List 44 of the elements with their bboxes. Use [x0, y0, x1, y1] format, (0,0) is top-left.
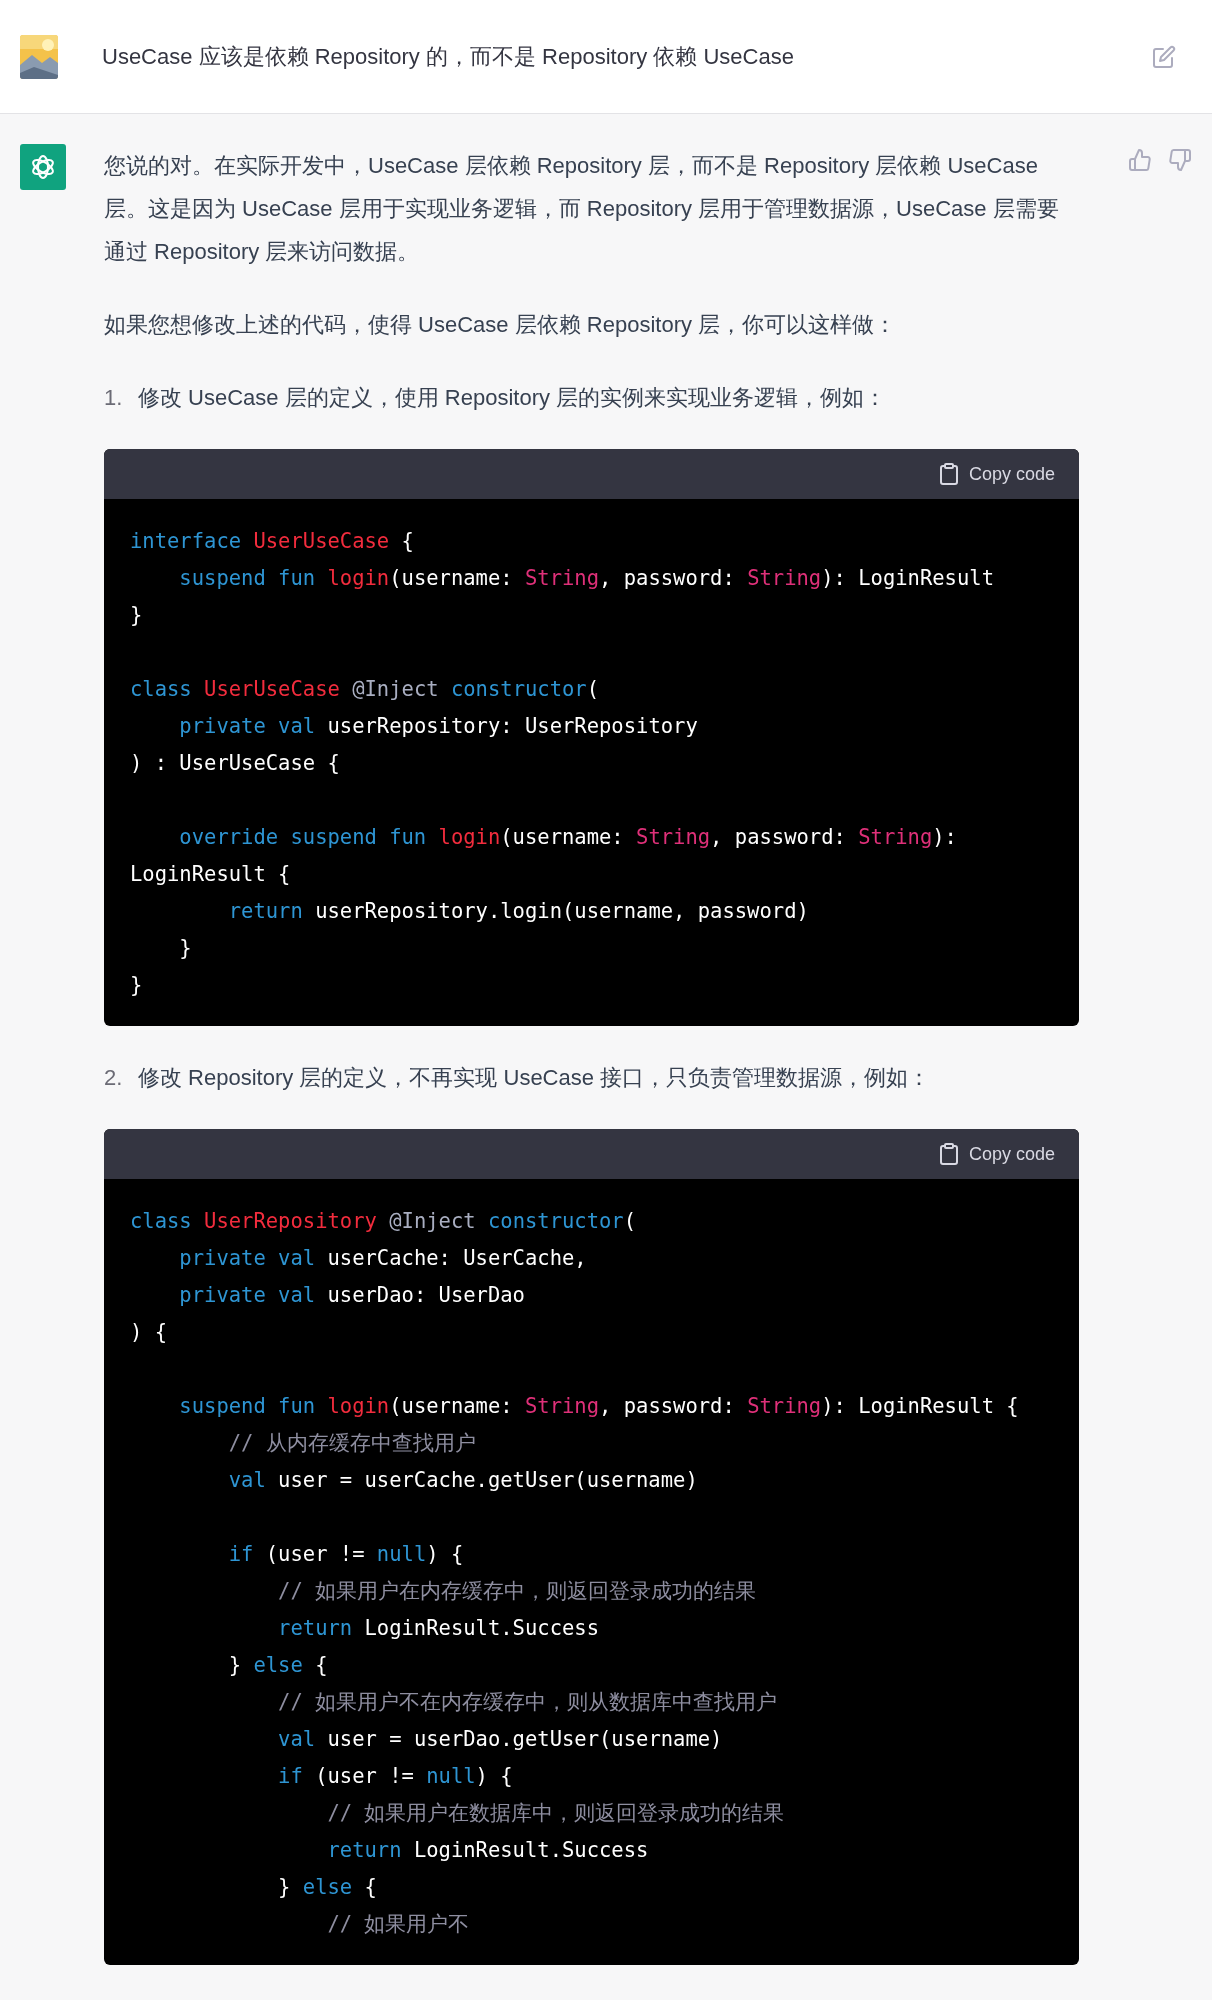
thumbs-up-icon[interactable] [1128, 148, 1152, 172]
list-item-text: 修改 Repository 层的定义，不再实现 UseCase 接口，只负责管理数据源，例如： [138, 1064, 931, 1092]
list-number: 1. [104, 384, 124, 412]
thumbs-down-icon[interactable] [1168, 148, 1192, 172]
code-line: private val userDao: UserDao [178, 1282, 526, 1309]
knot-logo-icon [20, 144, 66, 190]
paragraph: 您说的对。在实际开发中，UseCase 层依赖 Repository 层，而不是 Repository 层依赖 UseCase 层。这是因为 UseCase 层用于实现业务逻辑，而 Repository 层用于管理数据源，UseCase 层需要通过 Repository 层来访问数据。 [104, 152, 1060, 266]
code-line: return LoginResult.Success [277, 1615, 600, 1642]
code-line: private val userCache: UserCache, [178, 1245, 588, 1272]
copy-code-button[interactable]: Copy code [938, 452, 1055, 496]
code-line: private val userRepository: UserRepository [178, 713, 699, 740]
list-number: 2. [104, 1064, 124, 1092]
code-line: class UserUseCase @Inject constructor( [130, 676, 601, 703]
clipboard-icon [938, 1143, 959, 1165]
code-line: // 从内存缓存中查找用户 [227, 1430, 477, 1457]
code-line: class UserRepository @Inject constructor( [130, 1208, 638, 1235]
code-line: val user = userDao.getUser(username) [277, 1726, 724, 1753]
code-line: ) : UserUseCase { [130, 750, 341, 777]
code-line: } else { [227, 1652, 329, 1679]
code-line: } else { [277, 1874, 378, 1901]
list-item-text: 修改 UseCase 层的定义，使用 Repository 层的实例来实现业务逻辑，例如： [138, 384, 887, 412]
code-line: if (user != null) { [277, 1763, 514, 1790]
code-line: // 如果用户在数据库中，则返回登录成功的结果 [326, 1800, 786, 1827]
code-line: suspend fun login(username: String, password: String): LoginResult [178, 565, 995, 592]
copy-code-button[interactable]: Copy code [938, 1132, 1055, 1176]
code-line: // 如果用户不 [326, 1911, 471, 1938]
edit-icon[interactable] [1152, 44, 1176, 69]
code-line: if (user != null) { [227, 1541, 465, 1568]
code-line: return LoginResult.Success [326, 1837, 650, 1864]
code-line: override suspend fun login(username: String, password: String): [178, 824, 958, 851]
clipboard-icon [938, 463, 959, 485]
message-text: UseCase 应该是依赖 Repository 的，而不是 Repository 依赖 UseCase [102, 43, 795, 71]
code-line: interface UserUseCase { [130, 528, 415, 555]
code-line: } [178, 935, 193, 962]
code-line: ) { [130, 1319, 169, 1346]
paragraph: 如果您想修改上述的代码，使得 UseCase 层依赖 Repository 层，你可以这样做： [104, 311, 898, 339]
code-line: // 如果用户不在内存缓存中，则从数据库中查找用户 [277, 1689, 779, 1716]
code-line: // 如果用户在内存缓存中，则返回登录成功的结果 [277, 1578, 758, 1605]
code-line: val user = userCache.getUser(username) [227, 1467, 699, 1494]
code-line: } [130, 972, 144, 999]
code-line: suspend fun login(username: String, password: String): LoginResult { [178, 1393, 1020, 1420]
code-line: return userRepository.login(username, password) [227, 898, 810, 925]
code-line: LoginResult { [130, 861, 292, 888]
code-line: } [130, 602, 144, 629]
